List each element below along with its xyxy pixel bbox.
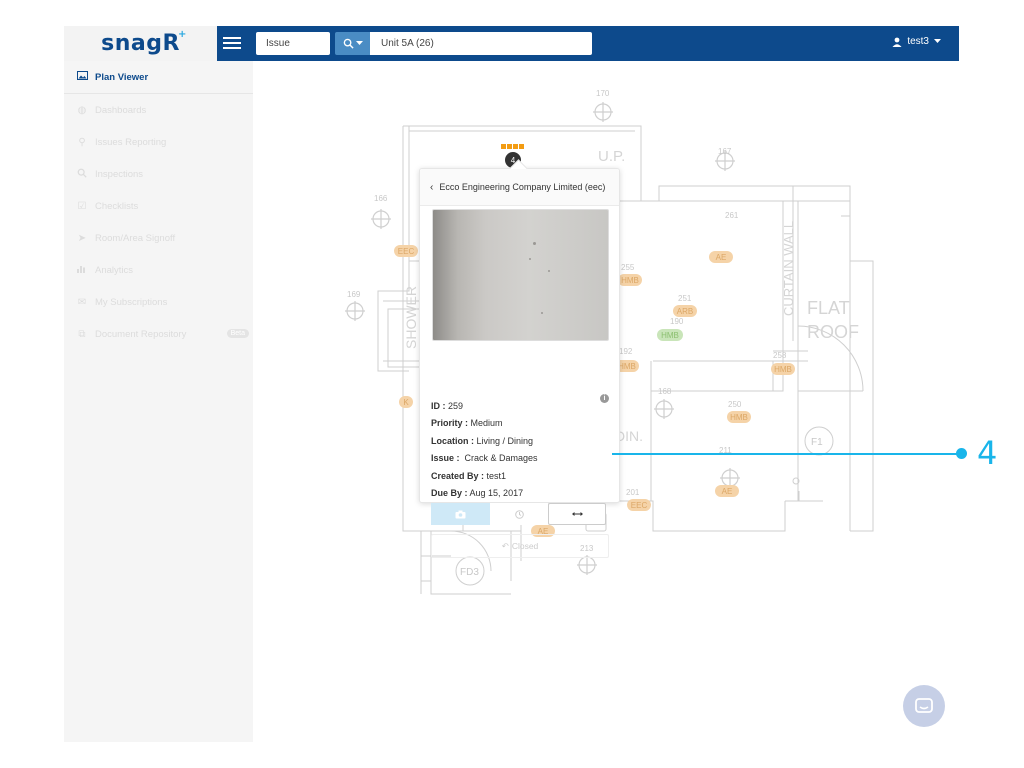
room-label: CURTAIN WALL bbox=[781, 221, 796, 316]
issue-tag: EEC bbox=[631, 501, 648, 510]
user-name: test3 bbox=[907, 36, 929, 47]
priority-row: Priority : Medium bbox=[431, 418, 503, 428]
due-by-row: Due By : Aug 15, 2017 bbox=[431, 488, 524, 498]
sidebar-item-document-repository[interactable]: ⧉ Document Repository Beta bbox=[64, 318, 253, 350]
logo-mark: + bbox=[178, 29, 187, 40]
undo-icon: ↶ bbox=[501, 540, 509, 551]
search-button[interactable] bbox=[335, 32, 370, 55]
chat-icon bbox=[915, 698, 933, 713]
issue-tag: HMB bbox=[661, 331, 679, 340]
issue-id-row: ID : 259 bbox=[431, 401, 464, 411]
image-icon bbox=[75, 71, 89, 83]
issue-marker-number: 166 bbox=[374, 194, 388, 203]
issue-tag: HMB bbox=[774, 365, 792, 374]
sidebar-item-room-area-signoff[interactable]: ➤ Room/Area Signoff bbox=[64, 222, 253, 254]
beta-badge: Beta bbox=[226, 329, 249, 338]
room-label: SHOWER bbox=[403, 286, 419, 349]
issue-marker-number: 167 bbox=[718, 147, 732, 156]
envelope-icon: ✉ bbox=[77, 296, 87, 308]
issue-tag: ARB bbox=[677, 307, 693, 316]
issue-detail-popup: ‹ Ecco Engineering Company Limited (eec)… bbox=[419, 159, 620, 558]
issue-tag: EEC bbox=[398, 247, 415, 256]
palette-icon: ◍ bbox=[77, 104, 87, 116]
sidebar: Plan Viewer ◍ Dashboards ⚲ Issues Report… bbox=[64, 61, 253, 742]
issue-marker-number: 201 bbox=[626, 488, 640, 497]
room-label: U.P. bbox=[598, 148, 625, 165]
sidebar-item-issues-reporting[interactable]: ⚲ Issues Reporting bbox=[64, 126, 253, 158]
logo-area[interactable]: snagR + bbox=[64, 26, 217, 61]
checkbox-icon: ☑ bbox=[77, 200, 87, 212]
search-type-input[interactable] bbox=[256, 32, 330, 55]
door-label: F1 bbox=[811, 437, 823, 448]
clock-icon bbox=[514, 509, 524, 519]
unit-search-input[interactable] bbox=[370, 32, 592, 55]
issue-marker-number: 169 bbox=[347, 290, 361, 299]
callout-number: 4 bbox=[977, 434, 998, 472]
top-navbar: test3 bbox=[217, 26, 959, 61]
issue-tag: AE bbox=[722, 487, 733, 496]
sidebar-item-checklists[interactable]: ☑ Checklists bbox=[64, 190, 253, 222]
reassign-tab-button[interactable] bbox=[548, 503, 606, 525]
sidebar-item-inspections[interactable]: Inspections bbox=[64, 158, 253, 190]
issue-tag: HMB bbox=[730, 413, 748, 422]
app-window: snagR+ test3 Plan Viewer ◍ Dashboards bbox=[64, 26, 959, 742]
sidebar-item-analytics[interactable]: Analytics bbox=[64, 254, 253, 286]
issue-marker-number: 261 bbox=[725, 211, 739, 220]
issue-marker-number: 190 bbox=[670, 317, 684, 326]
camera-icon bbox=[455, 510, 466, 518]
close-issue-button[interactable]: ↶ Closed bbox=[431, 534, 609, 558]
user-icon bbox=[892, 37, 902, 47]
info-icon[interactable]: i bbox=[600, 394, 609, 403]
sidebar-item-dashboards[interactable]: ◍ Dashboards bbox=[64, 94, 253, 126]
issue-marker-number: 192 bbox=[619, 347, 633, 356]
sidebar-item-plan-viewer[interactable]: Plan Viewer bbox=[64, 61, 253, 94]
document-icon: ⧉ bbox=[78, 328, 86, 340]
send-icon: ➤ bbox=[77, 232, 87, 244]
plan-viewer-canvas[interactable]: U.P. SHOWER CURTAIN WALL FLAT ROOF DIN. … bbox=[253, 61, 959, 742]
issue-tag: AE bbox=[716, 253, 727, 262]
map-pin-icon: ⚲ bbox=[78, 136, 86, 148]
callout-dot bbox=[956, 448, 967, 459]
app-logo: snagR + bbox=[101, 29, 187, 56]
popup-header[interactable]: ‹ Ecco Engineering Company Limited (eec) bbox=[420, 169, 619, 206]
location-row: Location : Living / Dining bbox=[431, 436, 534, 446]
door-label: FD3 bbox=[460, 567, 479, 578]
created-by-row: Created By : test1 bbox=[431, 471, 507, 481]
history-tab-button[interactable] bbox=[490, 503, 548, 525]
issue-marker-number: 170 bbox=[596, 89, 610, 98]
search-icon bbox=[343, 38, 354, 49]
user-menu[interactable]: test3 bbox=[892, 36, 941, 47]
caret-down-icon bbox=[355, 41, 363, 45]
issue-marker-number: 250 bbox=[728, 400, 742, 409]
issue-tag: HMB bbox=[618, 362, 636, 371]
chat-widget-button[interactable] bbox=[903, 685, 945, 727]
photo-tab-button[interactable] bbox=[431, 503, 490, 525]
arrows-horizontal-icon bbox=[571, 512, 583, 516]
issue-marker-number: 168 bbox=[658, 387, 672, 396]
issue-marker-number: 255 bbox=[621, 263, 635, 272]
menu-toggle-button[interactable] bbox=[223, 35, 241, 51]
caret-down-icon bbox=[934, 39, 941, 43]
callout-line bbox=[612, 453, 960, 455]
issue-type-row: Issue : Crack & Damages bbox=[431, 453, 538, 463]
room-label: ROOF bbox=[807, 322, 859, 342]
bar-chart-icon bbox=[75, 264, 89, 276]
issue-marker-number: 258 bbox=[773, 351, 787, 360]
issue-tag: HMB bbox=[621, 276, 639, 285]
room-label: FLAT bbox=[807, 298, 850, 318]
chevron-left-icon[interactable]: ‹ bbox=[430, 182, 433, 193]
sidebar-item-my-subscriptions[interactable]: ✉ My Subscriptions bbox=[64, 286, 253, 318]
issue-marker-number: 251 bbox=[678, 294, 692, 303]
assignee-company: Ecco Engineering Company Limited (eec) bbox=[439, 182, 606, 192]
issue-photo[interactable] bbox=[432, 209, 609, 341]
search-icon bbox=[75, 168, 89, 181]
issue-tag: K bbox=[403, 398, 409, 407]
